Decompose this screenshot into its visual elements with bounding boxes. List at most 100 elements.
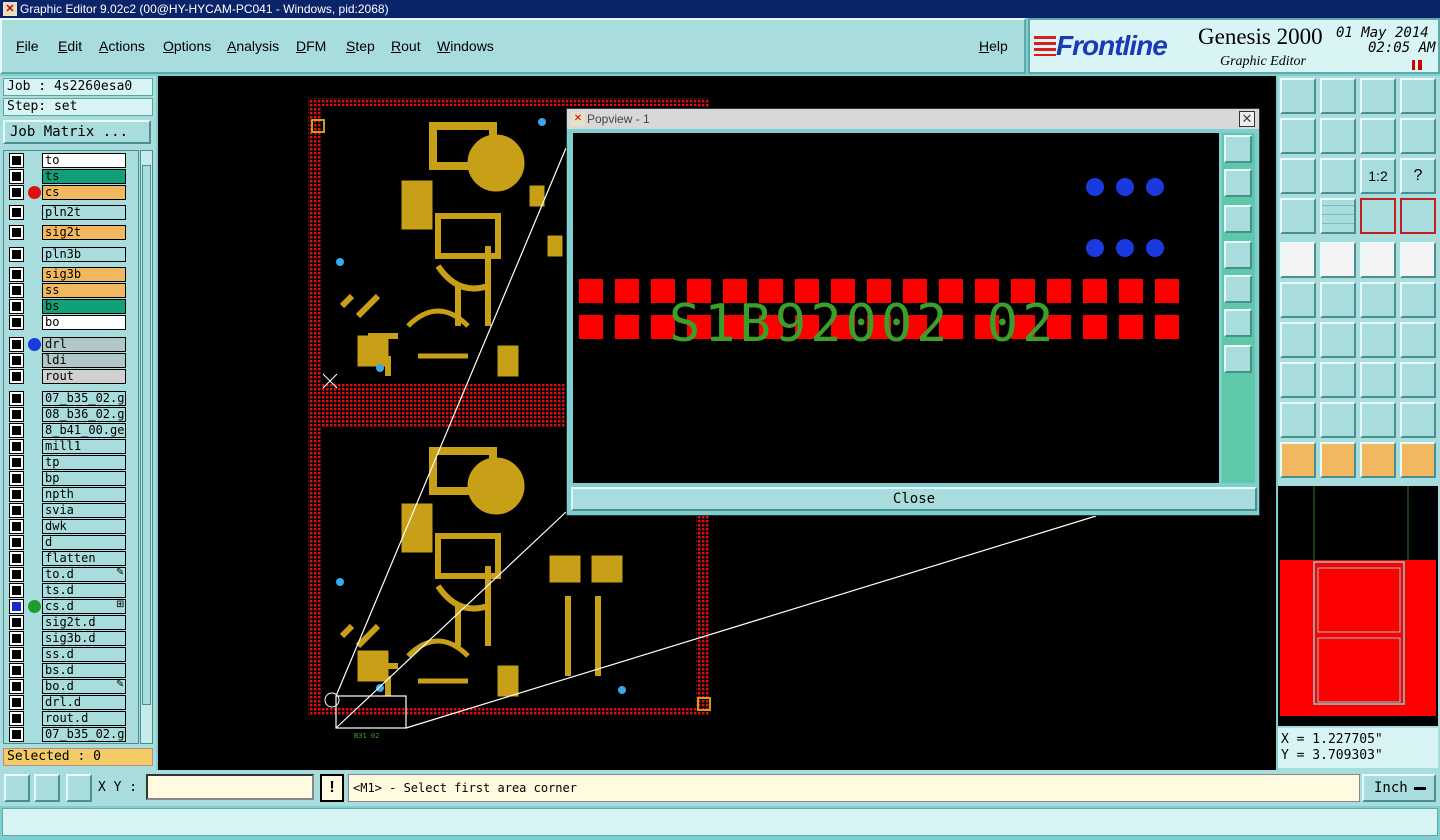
layer-row[interactable]: to xyxy=(6,153,138,168)
layer-row[interactable]: bs.d xyxy=(6,663,138,678)
window-split-icon[interactable] xyxy=(1400,78,1436,114)
horizontal-line-icon[interactable] xyxy=(1320,362,1356,398)
layer-name[interactable]: ldi xyxy=(42,353,126,368)
layer-name[interactable]: drl xyxy=(42,337,126,352)
layer-checkbox[interactable] xyxy=(9,679,24,694)
menu-windows[interactable]: Windows xyxy=(437,38,494,54)
layer-row[interactable]: sig2t xyxy=(6,225,138,240)
move-icon[interactable] xyxy=(1360,362,1396,398)
units-select[interactable]: Inch xyxy=(1362,774,1436,802)
menu-help[interactable]: Help xyxy=(979,38,1008,54)
layer-checkbox[interactable] xyxy=(9,247,24,262)
overview-minimap[interactable] xyxy=(1278,486,1438,726)
layer-row[interactable]: to.d ✎ xyxy=(6,567,138,582)
zoom-left-icon[interactable] xyxy=(1280,118,1316,154)
layer-row[interactable]: ldi xyxy=(6,353,138,368)
open-step-icon[interactable] xyxy=(1280,78,1316,114)
layer-name[interactable]: bs.d xyxy=(42,663,126,678)
angle-line-icon[interactable] xyxy=(1280,322,1316,358)
layer-checkbox[interactable] xyxy=(9,353,24,368)
layer-checkbox[interactable] xyxy=(9,267,24,282)
menu-analysis[interactable]: Analysis xyxy=(227,38,279,54)
popview-pan-left-icon[interactable] xyxy=(1224,241,1252,269)
layer-name[interactable]: cs xyxy=(42,185,126,200)
layer-checkbox[interactable] xyxy=(9,487,24,502)
layer-name[interactable]: 8_b41_00.ger xyxy=(42,423,126,438)
layer-checkbox[interactable] xyxy=(9,423,24,438)
popview-zoom-in-icon[interactable] xyxy=(1224,345,1252,373)
layer-checkbox[interactable] xyxy=(9,583,24,598)
layer-name[interactable]: sig3b xyxy=(42,267,126,282)
split-icon[interactable] xyxy=(1400,322,1436,358)
layer-checkbox[interactable] xyxy=(9,391,24,406)
layer-checkbox[interactable] xyxy=(9,535,24,550)
polygon-alt-icon[interactable] xyxy=(1400,402,1436,438)
layer-row[interactable]: ts xyxy=(6,169,138,184)
pointer-select-icon[interactable] xyxy=(1360,442,1396,478)
popview-pan-right-icon[interactable] xyxy=(1224,275,1252,303)
snap-icon[interactable] xyxy=(1400,118,1436,154)
layer-checkbox[interactable] xyxy=(9,337,24,352)
exclamation-button[interactable]: ! xyxy=(320,774,344,802)
polygon-icon[interactable] xyxy=(1360,402,1396,438)
layer-checkbox[interactable] xyxy=(9,471,24,486)
measure-net-icon[interactable] xyxy=(1360,198,1396,234)
arc-icon[interactable] xyxy=(1360,322,1396,358)
layer-row[interactable]: bo xyxy=(6,315,138,330)
layer-checkbox[interactable] xyxy=(9,551,24,566)
layer-row[interactable]: sig3b xyxy=(6,267,138,282)
layer-name[interactable]: drl.d xyxy=(42,695,126,710)
layer-name[interactable]: svia xyxy=(42,503,126,518)
layer-row[interactable]: 8_b41_00.ger xyxy=(6,423,138,438)
layer-name[interactable]: rout xyxy=(42,369,126,384)
line-icon[interactable] xyxy=(1320,322,1356,358)
pointer-route-icon[interactable] xyxy=(1400,442,1436,478)
layer-row[interactable]: cs.d ⊞ xyxy=(6,599,138,614)
layer-row[interactable]: bo.d ✎ xyxy=(6,679,138,694)
layer-name[interactable]: to.d xyxy=(42,567,126,582)
menu-actions[interactable]: Actions xyxy=(99,38,145,54)
measure-net-alt-icon[interactable] xyxy=(1400,198,1436,234)
grid-snap-icon[interactable] xyxy=(66,774,92,802)
layer-row[interactable]: pln2t xyxy=(6,205,138,220)
point-select-icon[interactable] xyxy=(1280,362,1316,398)
layer-name[interactable]: 07_b35_02.ge xyxy=(42,391,126,406)
layer-checkbox[interactable] xyxy=(9,695,24,710)
layer-name[interactable]: rout.d xyxy=(42,711,126,726)
redraw-icon[interactable] xyxy=(1360,118,1396,154)
layer-name[interactable]: sig2t.d xyxy=(42,615,126,630)
layer-name[interactable]: ss xyxy=(42,283,126,298)
layer-row[interactable]: npth xyxy=(6,487,138,502)
triangle-icon[interactable] xyxy=(1280,402,1316,438)
layer-checkbox[interactable] xyxy=(9,439,24,454)
popview-zoom-out-icon[interactable] xyxy=(1224,309,1252,337)
layer-checkbox[interactable] xyxy=(9,711,24,726)
popview-canvas[interactable]: S1B92002 02 xyxy=(573,133,1219,483)
layer-name[interactable]: npth xyxy=(42,487,126,502)
layer-checkbox[interactable] xyxy=(9,225,24,240)
layer-row[interactable]: bs xyxy=(6,299,138,314)
zoom-right-icon[interactable] xyxy=(1320,118,1356,154)
zoom-ratio-icon[interactable]: 1:2 xyxy=(1360,158,1396,194)
layer-row[interactable]: svia xyxy=(6,503,138,518)
measure-angle-icon[interactable] xyxy=(34,774,60,802)
layer-name[interactable]: cs.d xyxy=(42,599,126,614)
layer-checkbox[interactable] xyxy=(9,663,24,678)
layer-name[interactable]: flatten xyxy=(42,551,126,566)
layer-checkbox[interactable] xyxy=(9,503,24,518)
layer-row[interactable]: ss xyxy=(6,283,138,298)
layer-checkbox[interactable] xyxy=(9,455,24,470)
ruler-icon[interactable] xyxy=(1360,242,1396,278)
layer-name[interactable]: dwk xyxy=(42,519,126,534)
layer-name[interactable]: tp xyxy=(42,455,126,470)
popview-close-icon[interactable]: ✕ xyxy=(1239,111,1255,127)
layer-name[interactable]: d xyxy=(42,535,126,550)
popview-pan-down-icon[interactable] xyxy=(1224,205,1252,233)
measure-icon[interactable] xyxy=(1320,242,1356,278)
layer-name[interactable]: ss.d xyxy=(42,647,126,662)
xy-input[interactable] xyxy=(146,774,314,800)
layer-row[interactable]: tp xyxy=(6,455,138,470)
menu-options[interactable]: Options xyxy=(163,38,211,54)
scrollbar-thumb[interactable] xyxy=(142,165,151,705)
layer-checkbox[interactable] xyxy=(9,369,24,384)
